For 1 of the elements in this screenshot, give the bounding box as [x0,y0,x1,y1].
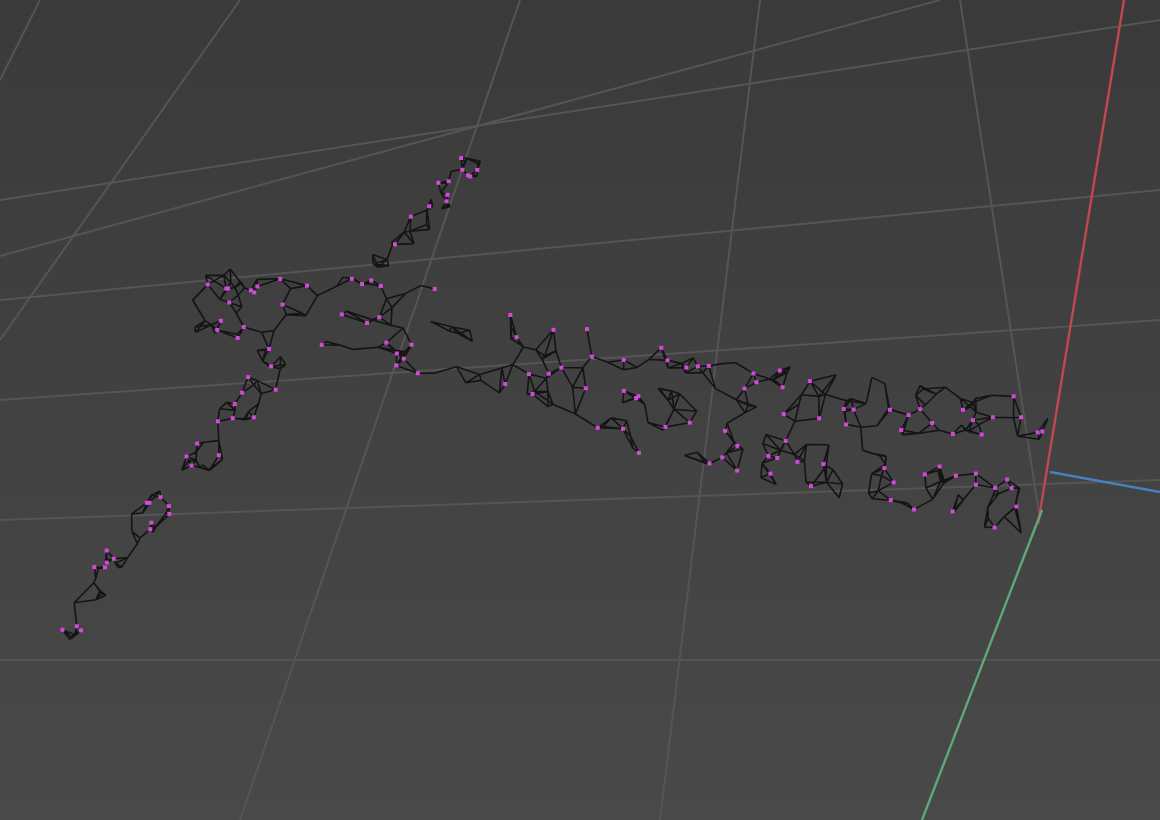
z-axis-line [1049,470,1160,494]
